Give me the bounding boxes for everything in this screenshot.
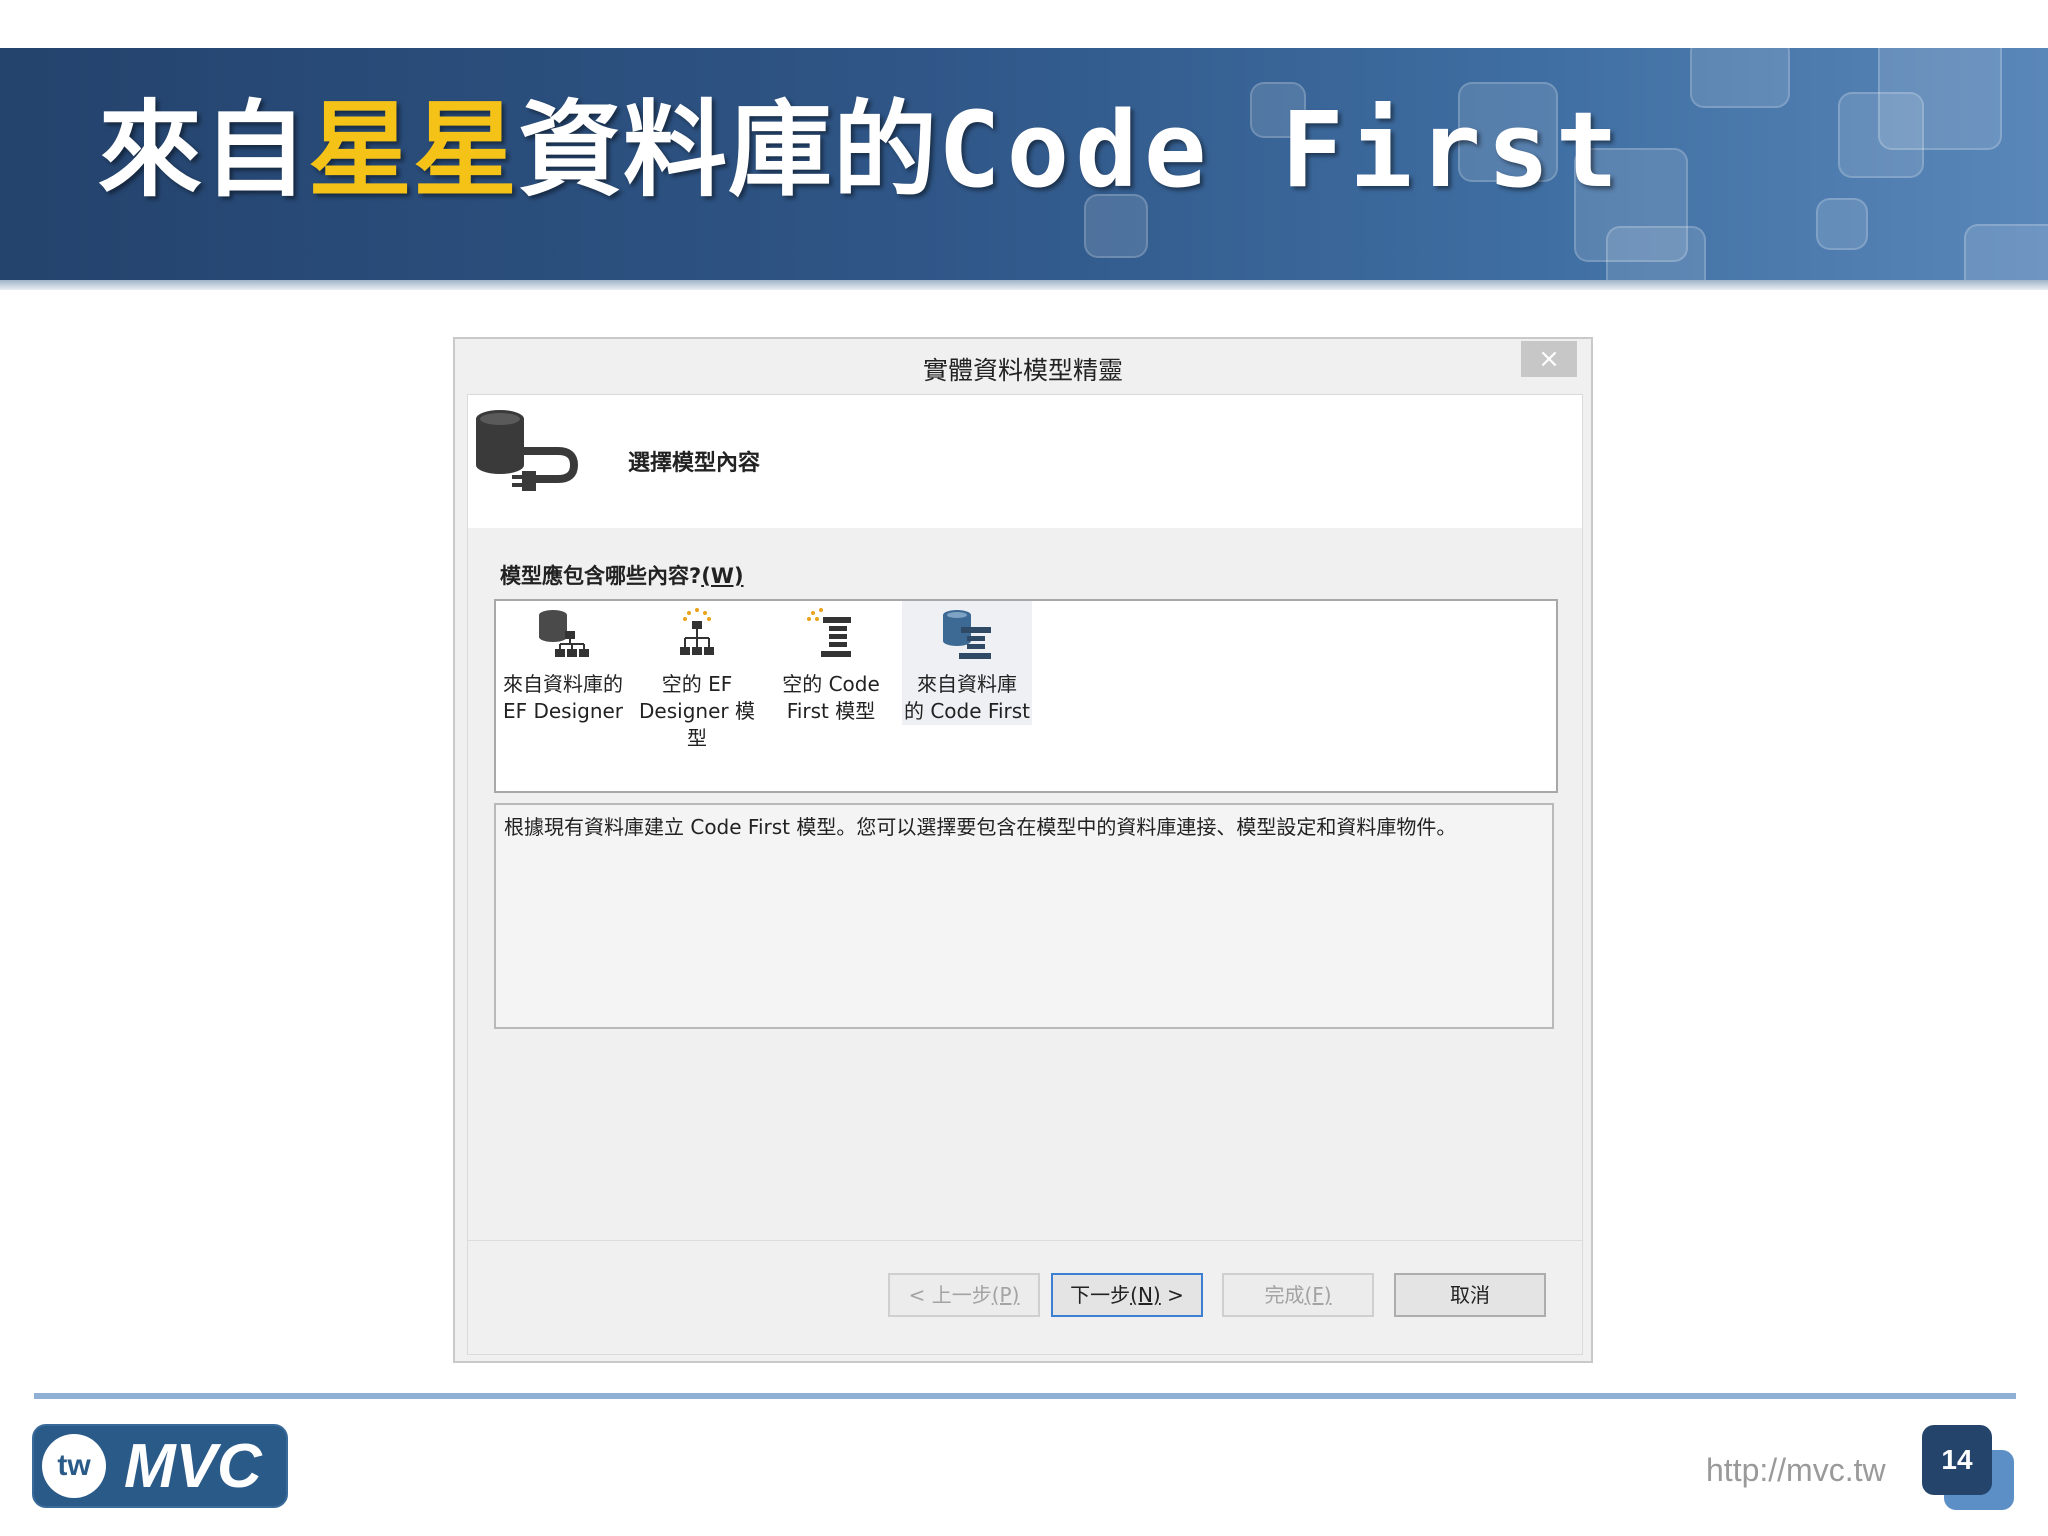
mvc-logo: tw MVC bbox=[32, 1424, 288, 1508]
empty-code-first-icon bbox=[807, 608, 851, 657]
decor-square bbox=[1964, 224, 2048, 290]
empty-designer-icon bbox=[680, 608, 714, 655]
choice-label: 空的 EF Designer 模 型 bbox=[639, 672, 755, 750]
wizard-body: 選擇模型內容 模型應包含哪些內容?(W) 來自資料庫的 EF Designer bbox=[467, 394, 1583, 1355]
logo-mark: tw bbox=[42, 1434, 106, 1498]
decor-square bbox=[1878, 48, 2002, 150]
choice-label: 來自資料庫的 EF Designer bbox=[502, 672, 624, 723]
previous-button[interactable]: < 上一步(P) bbox=[888, 1273, 1040, 1317]
choice-ef-designer-from-db[interactable]: 來自資料庫的 EF Designer bbox=[498, 601, 628, 725]
page-number: 14 bbox=[1922, 1425, 1992, 1495]
title-prefix: 來自 bbox=[98, 89, 309, 211]
footer-divider bbox=[468, 1240, 1582, 1241]
database-plug-icon bbox=[476, 410, 579, 491]
choice-empty-code-first[interactable]: 空的 Code First 模型 bbox=[766, 601, 896, 725]
decor-square bbox=[1816, 198, 1868, 250]
choice-code-first-from-db[interactable]: 來自資料庫 的 Code First bbox=[902, 601, 1032, 725]
prompt-text: 模型應包含哪些內容? bbox=[500, 564, 702, 588]
choice-empty-ef-designer[interactable]: 空的 EF Designer 模 型 bbox=[632, 601, 762, 752]
slide-title: 來自星星資料庫的Code First bbox=[98, 98, 1624, 202]
finish-accesskey: (F) bbox=[1304, 1283, 1332, 1307]
database-code-first-icon bbox=[943, 610, 991, 659]
finish-button-label: 完成 bbox=[1264, 1283, 1305, 1307]
site-url: http://mvc.tw bbox=[1706, 1452, 1886, 1488]
previous-button-label: < 上一步 bbox=[908, 1283, 992, 1307]
choice-description: 根據現有資料庫建立 Code First 模型。您可以選擇要包含在模型中的資料庫… bbox=[494, 803, 1554, 1029]
model-contents-list: 來自資料庫的 EF Designer 空的 EF Designer 模 型 空的… bbox=[494, 599, 1558, 793]
close-icon: × bbox=[1538, 344, 1560, 374]
cancel-button-label: 取消 bbox=[1450, 1283, 1490, 1307]
prompt-accesskey: (W) bbox=[701, 564, 744, 588]
next-button[interactable]: 下一步(N) > bbox=[1051, 1273, 1203, 1317]
finish-button[interactable]: 完成(F) bbox=[1222, 1273, 1374, 1317]
next-accesskey: (N) bbox=[1130, 1283, 1161, 1307]
title-code: Code First bbox=[938, 89, 1625, 211]
next-arrow: > bbox=[1160, 1283, 1184, 1307]
close-button[interactable]: × bbox=[1521, 341, 1577, 377]
logo-text: MVC bbox=[124, 1432, 262, 1501]
decor-square bbox=[1690, 48, 1790, 108]
title-highlight: 星星 bbox=[308, 89, 519, 211]
entity-data-model-wizard: 實體資料模型精靈 × 選擇模型內容 模型應包含哪些內容?(W) 來自資料庫的 E… bbox=[453, 337, 1593, 1363]
decor-square bbox=[1606, 226, 1706, 290]
cancel-button[interactable]: 取消 bbox=[1394, 1273, 1546, 1317]
dialog-title: 實體資料模型精靈 bbox=[922, 356, 1123, 385]
choice-prompt: 模型應包含哪些內容?(W) bbox=[500, 560, 744, 590]
database-designer-icon bbox=[539, 610, 589, 657]
wizard-header: 選擇模型內容 bbox=[468, 395, 1582, 528]
title-middle: 資料庫的 bbox=[518, 89, 939, 211]
previous-accesskey: (P) bbox=[991, 1283, 1020, 1307]
choice-label: 來自資料庫 的 Code First bbox=[903, 672, 1030, 723]
footer-rule bbox=[34, 1393, 2016, 1399]
choice-label: 空的 Code First 模型 bbox=[782, 672, 880, 723]
next-button-label: 下一步 bbox=[1070, 1283, 1131, 1307]
wizard-step-label: 選擇模型內容 bbox=[628, 451, 761, 476]
